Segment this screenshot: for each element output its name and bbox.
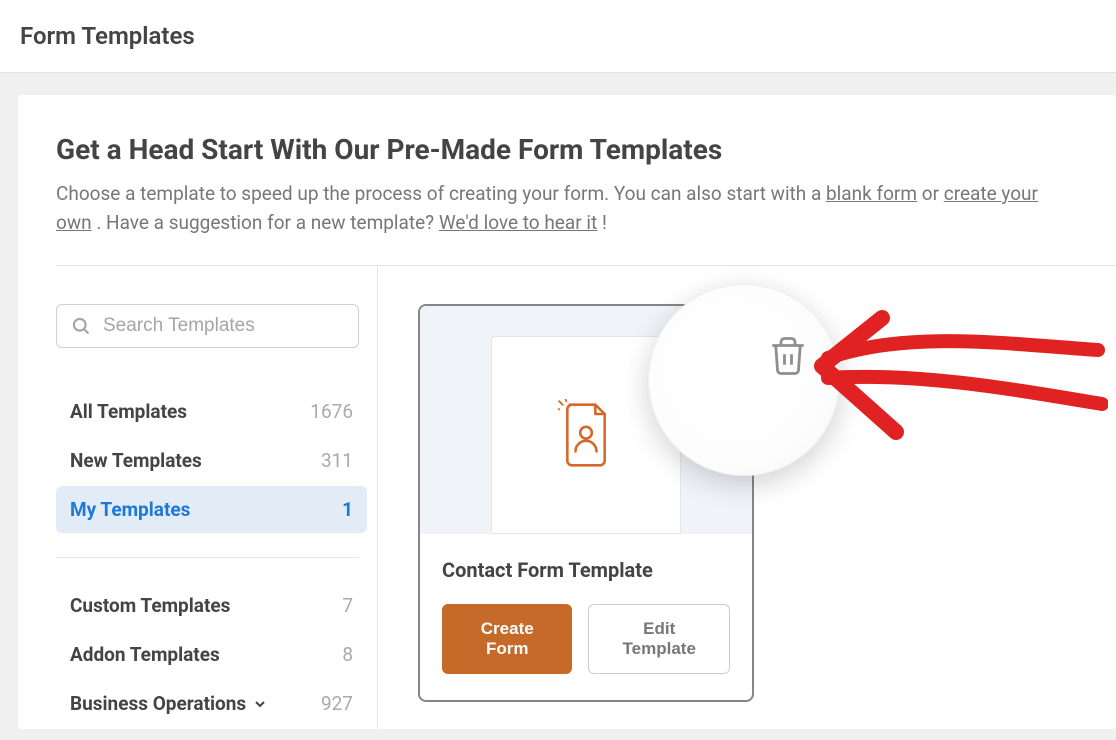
- page-title: Form Templates: [20, 22, 1096, 50]
- intro-text: Choose a template to speed up the proces…: [56, 180, 1076, 237]
- sidebar-item-label: Business Operations: [70, 692, 268, 715]
- sidebar-item-new-templates[interactable]: New Templates 311: [56, 437, 367, 484]
- sidebar-item-addon-templates[interactable]: Addon Templates 8: [56, 631, 367, 678]
- sidebar-item-count: 8: [342, 643, 353, 666]
- create-form-button[interactable]: Create Form: [442, 604, 572, 674]
- sidebar-item-count: 927: [321, 692, 353, 715]
- sidebar-item-my-templates[interactable]: My Templates 1: [56, 486, 367, 533]
- main-card: Get a Head Start With Our Pre-Made Form …: [18, 95, 1116, 729]
- contact-form-icon: [558, 399, 614, 471]
- template-title: Contact Form Template: [442, 558, 730, 582]
- search-icon: [71, 316, 91, 336]
- template-card-body: Contact Form Template Create Form Edit T…: [420, 534, 752, 700]
- magnifier-annotation: [648, 284, 840, 476]
- results-area: Contact Form Template Create Form Edit T…: [378, 266, 1116, 729]
- intro-text-fragment: !: [602, 211, 607, 234]
- sidebar-item-count: 7: [342, 594, 353, 617]
- blank-form-link[interactable]: blank form: [826, 182, 917, 205]
- sidebar-item-label: All Templates: [70, 400, 187, 423]
- sidebar-item-count: 1676: [310, 400, 353, 423]
- sidebar-item-count: 311: [321, 449, 353, 472]
- intro-heading: Get a Head Start With Our Pre-Made Form …: [56, 133, 1116, 166]
- trash-icon: [767, 335, 809, 377]
- chevron-down-icon: [252, 696, 268, 712]
- sidebar-item-custom-templates[interactable]: Custom Templates 7: [56, 582, 367, 629]
- sidebar-item-label: New Templates: [70, 449, 202, 472]
- feedback-link[interactable]: We'd love to hear it: [439, 211, 597, 234]
- sidebar-item-business-operations[interactable]: Business Operations 927: [56, 680, 367, 727]
- intro-text-fragment: or: [922, 182, 944, 205]
- arrow-annotation: [808, 310, 1108, 470]
- sidebar-item-label: Custom Templates: [70, 594, 230, 617]
- search-input[interactable]: [103, 315, 344, 337]
- sidebar-divider: [56, 557, 359, 558]
- button-row: Create Form Edit Template: [442, 604, 730, 674]
- intro-text-fragment: Choose a template to speed up the proces…: [56, 182, 826, 205]
- content-row: All Templates 1676 New Templates 311 My …: [56, 266, 1116, 729]
- sidebar: All Templates 1676 New Templates 311 My …: [56, 266, 378, 729]
- sidebar-item-label: My Templates: [70, 498, 190, 521]
- sidebar-item-label: Addon Templates: [70, 643, 220, 666]
- header-bar: Form Templates: [0, 0, 1116, 73]
- intro-text-fragment: . Have a suggestion for a new template?: [96, 211, 439, 234]
- intro-section: Get a Head Start With Our Pre-Made Form …: [56, 133, 1116, 237]
- sidebar-item-count: 1: [342, 498, 353, 521]
- edit-template-button[interactable]: Edit Template: [588, 604, 730, 674]
- search-box[interactable]: [56, 304, 359, 348]
- sidebar-item-all-templates[interactable]: All Templates 1676: [56, 388, 367, 435]
